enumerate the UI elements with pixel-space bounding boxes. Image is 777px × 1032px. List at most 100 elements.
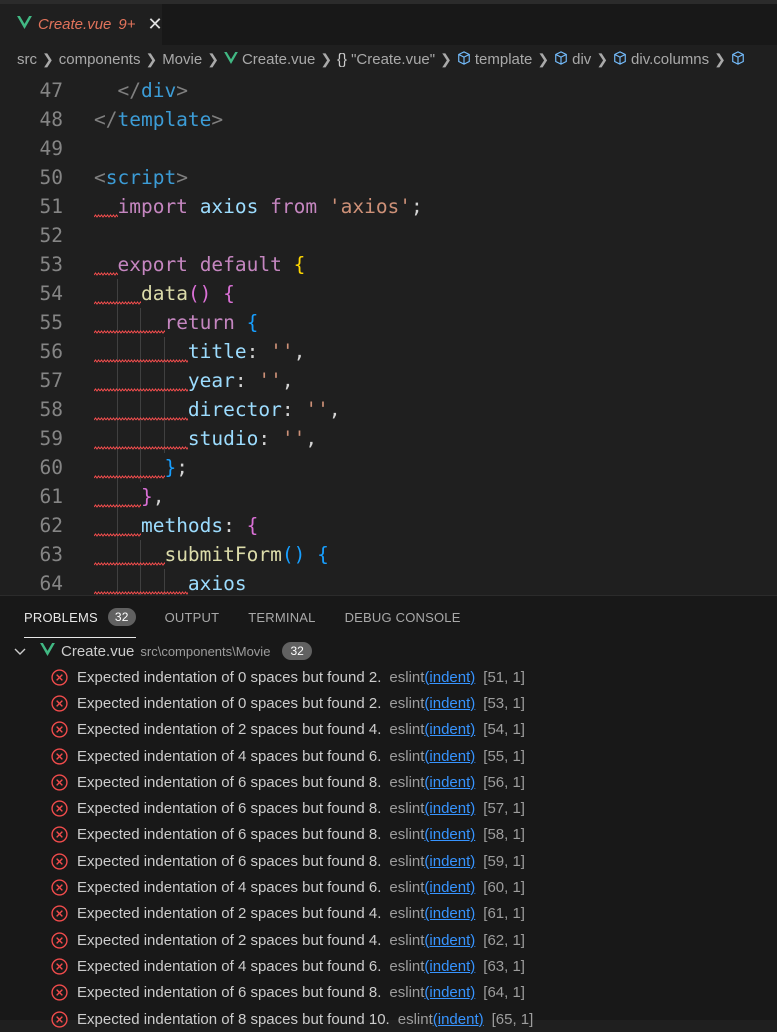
- problem-source: eslint: [389, 773, 425, 791]
- code-token: data: [140, 282, 188, 305]
- line-number: 54: [39, 282, 63, 305]
- breadcrumb-div-columns[interactable]: div.columns: [613, 50, 709, 69]
- code-token: ,: [281, 369, 294, 392]
- problem-item[interactable]: Expected indentation of 6 spaces but fou…: [0, 848, 777, 874]
- code-line[interactable]: 61 },: [0, 482, 777, 511]
- code-line[interactable]: 63 submitForm() {: [0, 540, 777, 569]
- breadcrumb-src[interactable]: src: [17, 51, 37, 68]
- breadcrumb-div[interactable]: div: [554, 50, 591, 69]
- error-squiggle: [94, 359, 188, 363]
- problem-item[interactable]: Expected indentation of 2 spaces but fou…: [0, 717, 777, 743]
- tab-create-vue[interactable]: Create.vue 9+ ✕: [0, 4, 163, 45]
- rule-link[interactable]: (indent): [424, 853, 475, 870]
- problem-item[interactable]: Expected indentation of 4 spaces but fou…: [0, 953, 777, 979]
- problem-item[interactable]: Expected indentation of 0 spaces but fou…: [0, 664, 777, 690]
- problem-file-group[interactable]: Create.vue src\components\Movie 32: [0, 638, 777, 664]
- tab-output[interactable]: OUTPUT: [165, 596, 220, 638]
- problem-item[interactable]: Expected indentation of 4 spaces but fou…: [0, 743, 777, 769]
- code-line[interactable]: 55 return {: [0, 308, 777, 337]
- breadcrumb-movie[interactable]: Movie: [162, 51, 202, 68]
- error-circle-icon: [51, 800, 68, 817]
- code-line[interactable]: 60 };: [0, 453, 777, 482]
- breadcrumb-template[interactable]: template: [457, 50, 532, 69]
- problem-item[interactable]: Expected indentation of 6 spaces but fou…: [0, 822, 777, 848]
- rule-link[interactable]: (indent): [433, 1011, 484, 1028]
- code-line[interactable]: 58 director: '',: [0, 395, 777, 424]
- rule-link[interactable]: (indent): [424, 905, 475, 922]
- code-line[interactable]: 56 title: '',: [0, 337, 777, 366]
- breadcrumb-file[interactable]: Create.vue: [224, 51, 315, 68]
- chevron-right-icon: ❯: [714, 51, 726, 67]
- problem-item[interactable]: Expected indentation of 6 spaces but fou…: [0, 769, 777, 795]
- chevron-right-icon: ❯: [440, 51, 452, 67]
- tab-debug-console[interactable]: DEBUG CONSOLE: [345, 596, 461, 638]
- error-circle-icon: [51, 879, 68, 896]
- problem-item[interactable]: Expected indentation of 2 spaces but fou…: [0, 927, 777, 953]
- problem-item[interactable]: Expected indentation of 6 spaces but fou…: [0, 795, 777, 821]
- rule-link[interactable]: (indent): [424, 748, 475, 765]
- code-token: }: [164, 456, 177, 479]
- breadcrumb-components[interactable]: components: [59, 51, 141, 68]
- problem-item[interactable]: Expected indentation of 8 spaces but fou…: [0, 1006, 777, 1032]
- line-number: 50: [39, 166, 63, 189]
- code-token: methods: [140, 514, 224, 537]
- code-line[interactable]: 47 </div>: [0, 76, 777, 105]
- rule-link[interactable]: (indent): [424, 984, 475, 1001]
- code-token: return: [164, 311, 235, 334]
- error-circle-icon: [51, 774, 68, 791]
- close-icon[interactable]: ✕: [147, 14, 162, 35]
- code-line[interactable]: 57 year: '',: [0, 366, 777, 395]
- breadcrumb-module[interactable]: {} "Create.vue": [337, 51, 435, 68]
- rule-link[interactable]: (indent): [424, 721, 475, 738]
- code-token: ,: [328, 398, 341, 421]
- chevron-right-icon: ❯: [207, 51, 219, 67]
- code-token: submitForm: [164, 543, 282, 566]
- problem-source: eslint: [389, 879, 425, 897]
- code-token: export: [117, 253, 188, 276]
- editor-tab-bar: Create.vue 9+ ✕: [0, 0, 777, 45]
- problem-source: eslint: [389, 905, 425, 923]
- code-editor[interactable]: 47 </div> 48 </template> 49 50 <script> 51 imp…: [0, 74, 777, 595]
- rule-link[interactable]: (indent): [424, 774, 475, 791]
- problem-source: eslint: [389, 800, 425, 818]
- code-line[interactable]: 59 studio: '',: [0, 424, 777, 453]
- code-line[interactable]: 62 methods: {: [0, 511, 777, 540]
- rule-link[interactable]: (indent): [424, 879, 475, 896]
- code-token: (): [187, 282, 212, 305]
- code-token: script: [105, 166, 177, 189]
- code-line[interactable]: 54 data() {: [0, 279, 777, 308]
- line-number: 62: [39, 514, 63, 537]
- code-line[interactable]: 49: [0, 134, 777, 163]
- code-line[interactable]: 64 axios: [0, 569, 777, 595]
- rule-link[interactable]: (indent): [424, 669, 475, 686]
- problem-message: Expected indentation of 4 spaces but fou…: [77, 957, 382, 975]
- rule-link[interactable]: (indent): [424, 695, 475, 712]
- code-line[interactable]: 52: [0, 221, 777, 250]
- line-number: 47: [39, 79, 63, 102]
- rule-link[interactable]: (indent): [424, 932, 475, 949]
- rule-link[interactable]: (indent): [424, 958, 475, 975]
- code-token: '': [281, 427, 306, 450]
- code-line[interactable]: 53 export default {: [0, 250, 777, 279]
- code-token: axios: [187, 572, 247, 595]
- tab-terminal[interactable]: TERMINAL: [248, 596, 315, 638]
- rule-link[interactable]: (indent): [424, 826, 475, 843]
- error-squiggle: [94, 562, 165, 566]
- line-number: 61: [39, 485, 63, 508]
- problem-message: Expected indentation of 0 spaces but fou…: [77, 694, 382, 712]
- problem-item[interactable]: Expected indentation of 4 spaces but fou…: [0, 874, 777, 900]
- tab-problems[interactable]: PROBLEMS 32: [24, 596, 136, 638]
- problem-source: eslint: [389, 931, 425, 949]
- rule-link[interactable]: (indent): [424, 800, 475, 817]
- code-line[interactable]: 50 <script>: [0, 163, 777, 192]
- problem-item[interactable]: Expected indentation of 6 spaces but fou…: [0, 980, 777, 1006]
- chevron-down-icon[interactable]: [14, 644, 28, 659]
- code-line[interactable]: 51 import axios from 'axios';: [0, 192, 777, 221]
- problem-item[interactable]: Expected indentation of 2 spaces but fou…: [0, 901, 777, 927]
- problem-item[interactable]: Expected indentation of 0 spaces but fou…: [0, 690, 777, 716]
- error-circle-icon: [51, 826, 68, 844]
- code-line[interactable]: 48 </template>: [0, 105, 777, 134]
